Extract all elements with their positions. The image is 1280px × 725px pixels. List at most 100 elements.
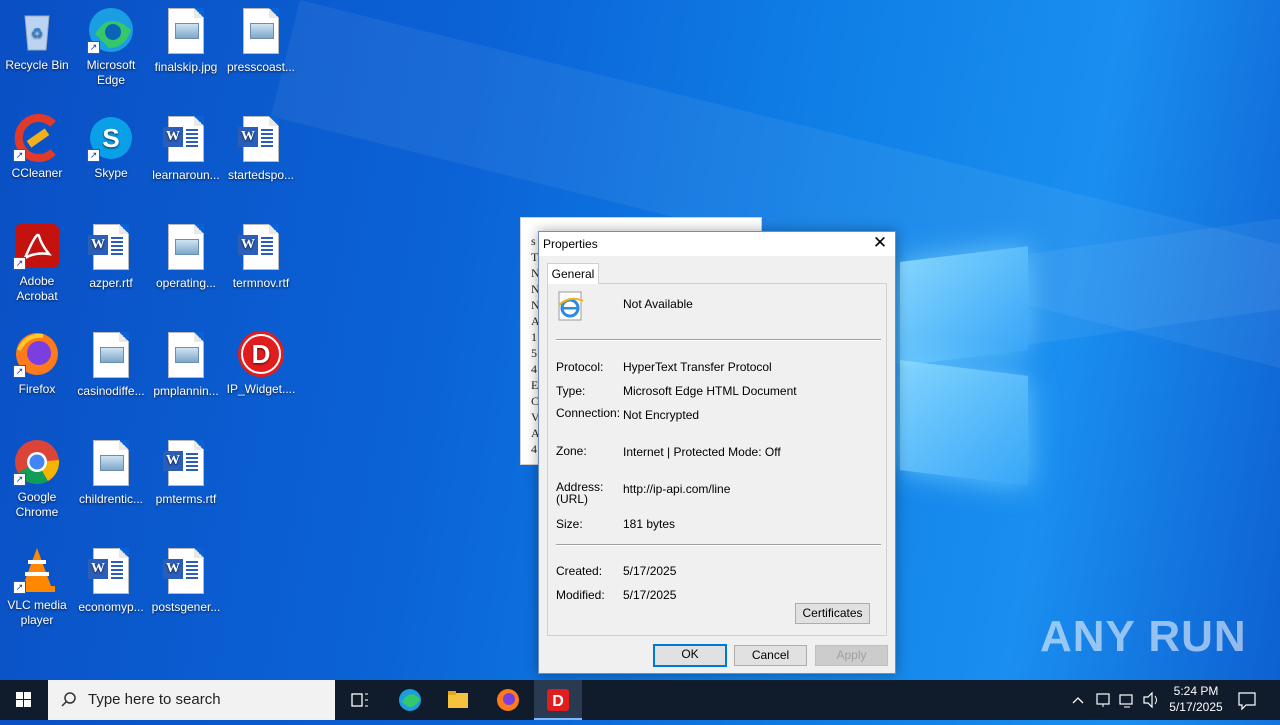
divider bbox=[556, 544, 881, 546]
shortcut-arrow-icon: ↗ bbox=[87, 149, 100, 162]
chevron-up-icon bbox=[1072, 697, 1084, 704]
word-doc-icon: W bbox=[87, 224, 135, 272]
action-center-button[interactable] bbox=[1232, 680, 1262, 720]
svg-text:D: D bbox=[552, 693, 564, 710]
desktop-icon[interactable]: Wazper.rtf bbox=[74, 222, 148, 291]
desktop-icon-label: CCleaner bbox=[11, 166, 63, 180]
folder-icon bbox=[448, 691, 468, 708]
dialog-title-bar[interactable]: Properties ✕ bbox=[539, 232, 895, 256]
desktop-icon-label: casinodiffe... bbox=[77, 384, 145, 398]
chrome-icon: ↗ bbox=[13, 438, 61, 486]
size-value: 181 bytes bbox=[623, 517, 676, 531]
search-placeholder: Type here to search bbox=[88, 691, 221, 708]
tray-network[interactable] bbox=[1116, 680, 1138, 720]
desktop-icon[interactable]: ↗ Microsoft Edge bbox=[74, 6, 148, 88]
cancel-button[interactable]: Cancel bbox=[734, 645, 807, 666]
desktop-icon[interactable]: ↗ Adobe Acrobat bbox=[0, 222, 74, 304]
ok-button[interactable]: OK bbox=[653, 644, 727, 667]
word-doc-icon: W bbox=[162, 548, 210, 596]
desktop-icon-label: operating... bbox=[155, 276, 217, 290]
certificates-button[interactable]: Certificates bbox=[795, 603, 870, 624]
recycle-bin-icon: ♻ bbox=[13, 6, 61, 54]
address-value[interactable]: http://ip-api.com/line bbox=[623, 482, 730, 496]
firefox-icon: ↗ bbox=[13, 330, 61, 378]
desktop-icon[interactable]: Wpostsgener... bbox=[149, 546, 223, 615]
close-button[interactable]: ✕ bbox=[865, 232, 895, 256]
desktop-icon-label: Microsoft Edge bbox=[86, 58, 136, 87]
clock-date: 5/17/2025 bbox=[1169, 700, 1223, 714]
desktop-icon[interactable]: ♻ Recycle Bin bbox=[0, 6, 74, 73]
desktop-icon-label: Firefox bbox=[18, 382, 56, 396]
taskbar-firefox[interactable] bbox=[484, 680, 532, 720]
windows-logo-wallpaper bbox=[900, 240, 1030, 486]
taskbar-search-box[interactable]: Type here to search bbox=[48, 680, 335, 720]
desktop-icon-label: startedspo... bbox=[227, 168, 295, 182]
background-text-line: 4 bbox=[531, 442, 537, 456]
type-label: Type: bbox=[556, 384, 586, 398]
image-file-icon bbox=[162, 332, 210, 380]
desktop-icon[interactable]: Wstartedspo... bbox=[224, 114, 298, 183]
tray-clock[interactable]: 5:24 PM 5/17/2025 bbox=[1164, 680, 1228, 720]
desktop-icon[interactable]: ↗ Firefox bbox=[0, 330, 74, 397]
desktop-icon-label: VLC media player bbox=[7, 598, 67, 627]
word-doc-icon: W bbox=[162, 116, 210, 164]
desktop-icon[interactable]: Wtermnov.rtf bbox=[224, 222, 298, 291]
shortcut-arrow-icon: ↗ bbox=[13, 149, 26, 162]
firefox-icon bbox=[497, 689, 519, 711]
svg-text:D: D bbox=[252, 339, 271, 369]
desktop-icon[interactable]: D IP_Widget.... bbox=[224, 330, 298, 397]
shortcut-arrow-icon: ↗ bbox=[13, 365, 26, 378]
desktop-icon[interactable]: S ↗ Skype bbox=[74, 114, 148, 181]
connection-value: Not Encrypted bbox=[623, 408, 700, 422]
desktop-icon[interactable]: Wpmterms.rtf bbox=[149, 438, 223, 507]
start-button[interactable] bbox=[0, 680, 48, 720]
image-file-icon bbox=[87, 440, 135, 488]
tray-overflow-button[interactable] bbox=[1068, 680, 1088, 720]
desktop-icon-label: childrentic... bbox=[78, 492, 144, 506]
desktop-icon[interactable]: pmplannin... bbox=[149, 330, 223, 399]
desktop-icon-label: pmplannin... bbox=[153, 384, 219, 398]
image-file-icon bbox=[237, 8, 285, 56]
search-icon bbox=[61, 692, 76, 707]
desktop-icon-label: termnov.rtf bbox=[232, 276, 290, 290]
ip-widget-icon: D bbox=[547, 689, 569, 711]
taskbar-edge[interactable] bbox=[386, 680, 434, 720]
desktop-icon[interactable]: finalskip.jpg bbox=[149, 6, 223, 75]
anyrun-watermark: ANY RUN bbox=[1040, 612, 1247, 661]
taskbar-file-explorer[interactable] bbox=[434, 680, 482, 720]
apply-button[interactable]: Apply bbox=[815, 645, 888, 666]
dialog-title: Properties bbox=[543, 237, 598, 251]
desktop-icon[interactable]: childrentic... bbox=[74, 438, 148, 507]
task-view-button[interactable] bbox=[336, 680, 384, 720]
tray-volume[interactable] bbox=[1140, 680, 1162, 720]
background-text-line: s bbox=[531, 234, 536, 248]
desktop-icon[interactable]: ↗ Google Chrome bbox=[0, 438, 74, 520]
desktop-icon-label: Skype bbox=[94, 166, 128, 180]
modified-label: Modified: bbox=[556, 588, 605, 602]
taskbar-ip-widget[interactable]: D bbox=[534, 680, 582, 720]
desktop-icon[interactable]: presscoast... bbox=[224, 6, 298, 75]
speaker-icon bbox=[1143, 691, 1157, 709]
acrobat-icon: ↗ bbox=[13, 222, 61, 270]
desktop-icon[interactable]: Weconomyp... bbox=[74, 546, 148, 615]
desktop-icon[interactable]: ↗ CCleaner bbox=[0, 114, 74, 181]
zone-label: Zone: bbox=[556, 444, 587, 458]
desktop-icon-label: Google Chrome bbox=[15, 490, 59, 519]
desktop-icon[interactable]: Wlearnaroun... bbox=[149, 114, 223, 183]
monitor-icon bbox=[1096, 693, 1110, 707]
desktop-icon[interactable]: ↗ VLC media player bbox=[0, 546, 74, 628]
ccleaner-icon: ↗ bbox=[13, 114, 61, 162]
tab-general[interactable]: General bbox=[547, 263, 599, 284]
type-value: Microsoft Edge HTML Document bbox=[623, 384, 797, 398]
desktop-icon[interactable]: operating... bbox=[149, 222, 223, 291]
connection-label: Connection: bbox=[556, 406, 621, 420]
shortcut-arrow-icon: ↗ bbox=[13, 473, 26, 486]
edge-icon bbox=[399, 689, 421, 711]
notification-icon bbox=[1238, 692, 1256, 711]
zone-value: Internet | Protected Mode: Off bbox=[623, 445, 781, 459]
desktop-icon[interactable]: casinodiffe... bbox=[74, 330, 148, 399]
protocol-value: HyperText Transfer Protocol bbox=[623, 360, 772, 374]
tray-network-monitor[interactable] bbox=[1092, 680, 1114, 720]
network-icon bbox=[1119, 694, 1133, 708]
close-icon: ✕ bbox=[872, 233, 888, 252]
